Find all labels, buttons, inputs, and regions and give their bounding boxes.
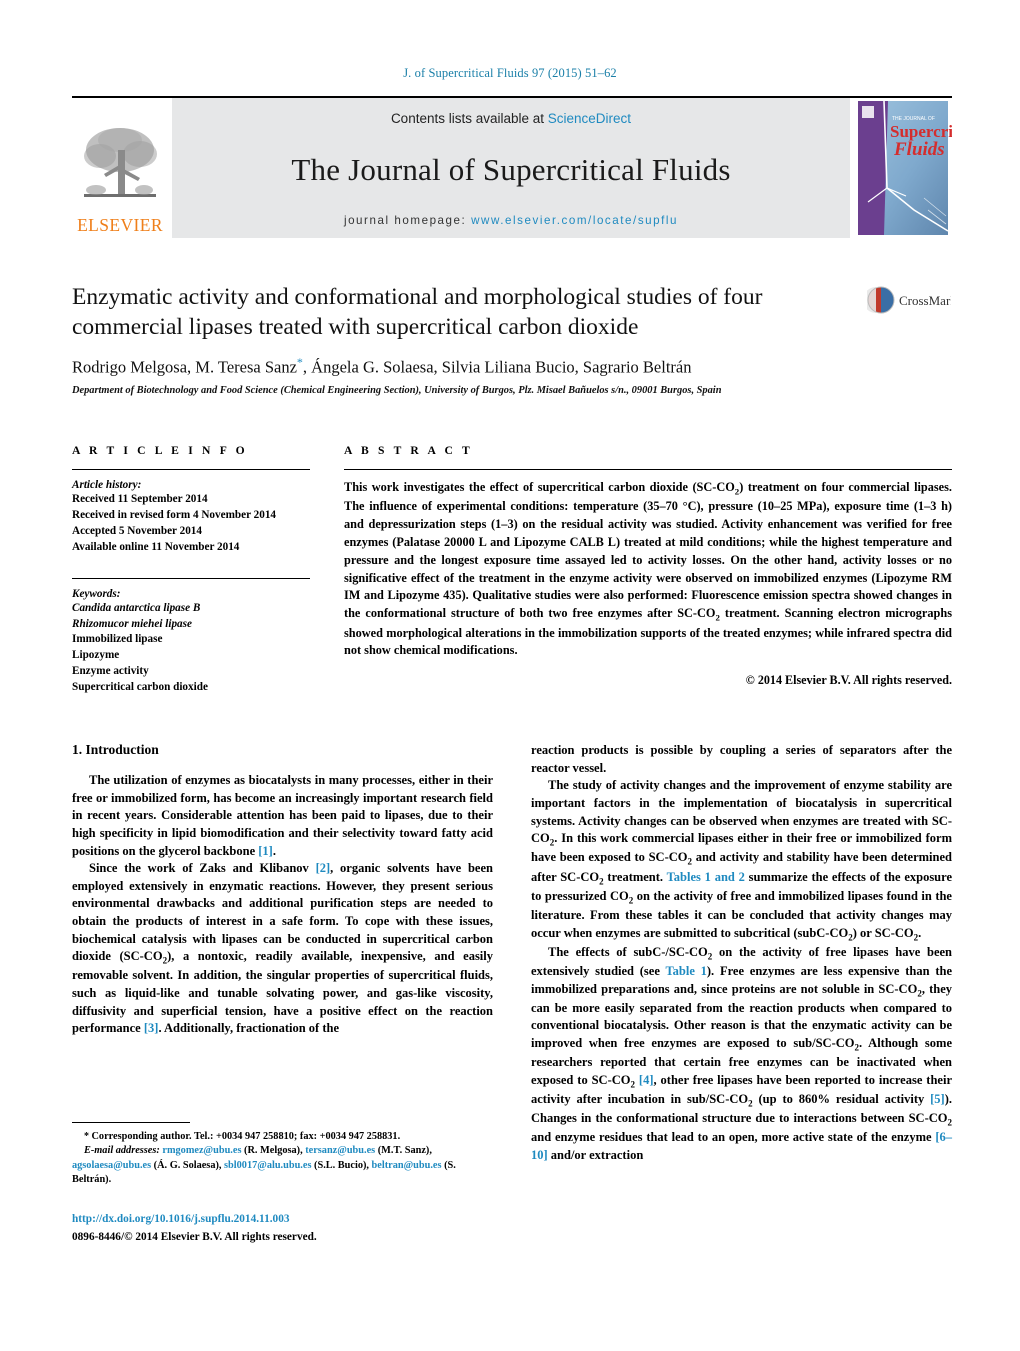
article-info-column: A R T I C L E I N F O Article history: R… [72, 444, 310, 696]
crossmark-badge[interactable]: CrossMark [863, 285, 957, 320]
page-title: Enzymatic activity and conformational an… [72, 284, 763, 341]
svg-text:Fluids: Fluids [893, 139, 945, 160]
journal-cover-thumbnail[interactable]: THE JOURNAL OF Supercritical Fluids [854, 98, 984, 238]
keyword-text: Candida antarctica lipase B [72, 601, 201, 614]
paper-page: J. of Supercritical Fluids 97 (2015) 51–… [0, 0, 1020, 1351]
corresponding-author-text: Corresponding author. Tel.: +0034 947 25… [91, 1131, 401, 1142]
title-block: Enzymatic activity and conformational an… [72, 282, 957, 396]
keyword-item: Immobilized lipase [72, 633, 163, 646]
elsevier-tree-icon [84, 127, 157, 197]
history-item: Received 11 September 2014 [72, 493, 208, 505]
authors-first: Rodrigo Melgosa, M. Teresa Sanz [72, 357, 297, 377]
journal-masthead: ELSEVIER Contents lists available at Sci… [72, 96, 984, 240]
svg-text:CrossMark: CrossMark [899, 293, 951, 308]
copyright-line: © 2014 Elsevier B.V. All rights reserved… [745, 673, 952, 688]
article-info-heading: A R T I C L E I N F O [72, 444, 248, 457]
footer-doi-block: http://dx.doi.org/10.1016/j.supflu.2014.… [72, 1212, 532, 1246]
email-addresses-note: E-mail addresses: rmgomez@ubu.es (R. Mel… [72, 1145, 456, 1186]
elsevier-wordmark: ELSEVIER [77, 214, 163, 235]
keyword-item: Enzyme activity [72, 665, 149, 678]
crossmark-icon: CrossMark [863, 286, 957, 314]
cover-image: THE JOURNAL OF Supercritical Fluids [854, 98, 984, 238]
paragraph: reaction products is possible by couplin… [531, 743, 952, 775]
keyword-text: Rhizomucor miehei lipase [72, 617, 192, 630]
journal-homepage-line: journal homepage: www.elsevier.com/locat… [344, 214, 678, 227]
homepage-prefix: journal homepage: [343, 214, 472, 227]
keywords-rule [72, 577, 310, 579]
abstract-heading: A B S T R A C T [344, 444, 473, 457]
history-item: Received in revised form 4 November 2014 [72, 508, 277, 521]
section-heading-introduction: 1. Introduction [72, 742, 159, 757]
elsevier-logo: ELSEVIER [72, 98, 168, 238]
email-link[interactable]: beltran@ubu.es [372, 1160, 442, 1171]
issn-copyright: 0896-8446/© 2014 Elsevier B.V. All right… [72, 1231, 317, 1244]
paragraph: The effects of subC-/SC-CO2 on the activ… [531, 944, 953, 1162]
abstract-text: This work investigates the effect of sup… [344, 480, 952, 658]
email-link[interactable]: agsolaesa@ubu.es [72, 1160, 151, 1171]
paragraph: The study of activity changes and the im… [531, 778, 953, 942]
article-info-rule [72, 469, 310, 470]
email-link[interactable]: tersanz@ubu.es [305, 1145, 375, 1156]
email-link[interactable]: sbl0017@alu.ubu.es [224, 1160, 311, 1171]
abstract-column: A B S T R A C T This work investigates t… [344, 444, 952, 696]
keywords-label: Keywords: [72, 587, 121, 600]
body-column-left: 1. Introduction The utilization of enzym… [72, 742, 493, 1165]
homepage-url-link[interactable]: www.elsevier.com/locate/supflu [471, 214, 678, 227]
authors-rest: , Ángela G. Solaesa, Silvia Liliana Buci… [302, 357, 692, 377]
author-affiliation: Department of Biotechnology and Food Sci… [72, 384, 722, 396]
contents-available-line: Contents lists available at ScienceDirec… [391, 111, 631, 126]
article-history-label: Article history: [72, 479, 142, 491]
info-abstract-region: A R T I C L E I N F O Article history: R… [72, 444, 952, 696]
paragraph: Since the work of Zaks and Klibanov [2],… [72, 861, 494, 1036]
footnote-rule [72, 1122, 190, 1123]
history-item: Accepted 5 November 2014 [72, 524, 202, 537]
footnote-block: * Corresponding author. Tel.: +0034 947 … [72, 1122, 493, 1188]
email-link[interactable]: rmgomez@ubu.es [162, 1145, 241, 1156]
history-item: Available online 11 November 2014 [72, 540, 240, 553]
journal-banner: Contents lists available at ScienceDirec… [172, 98, 850, 238]
sciencedirect-link[interactable]: ScienceDirect [548, 111, 631, 126]
keywords-block: Keywords: Candida antarctica lipase B Rh… [72, 577, 310, 696]
running-head: J. of Supercritical Fluids 97 (2015) 51–… [403, 66, 617, 80]
keyword-item: Rhizomucor miehei lipase [72, 617, 310, 633]
keyword-item: Candida antarctica lipase B [72, 601, 310, 617]
journal-title: The Journal of Supercritical Fluids [291, 152, 731, 187]
doi-link[interactable]: http://dx.doi.org/10.1016/j.supflu.2014.… [72, 1212, 532, 1227]
contents-prefix: Contents lists available at [390, 111, 548, 126]
body-columns: 1. Introduction The utilization of enzym… [72, 742, 952, 1165]
author-list: Rodrigo Melgosa, M. Teresa Sanz*, Ángela… [72, 355, 952, 378]
asterisk-icon: * [84, 1131, 92, 1142]
body-column-right: reaction products is possible by couplin… [531, 742, 952, 1165]
abstract-rule [344, 469, 952, 470]
keyword-item: Supercritical carbon dioxide [72, 681, 208, 694]
paragraph: The utilization of enzymes as biocatalys… [72, 773, 493, 858]
keyword-item: Lipozyme [72, 649, 120, 662]
corresponding-author-note: * Corresponding author. Tel.: +0034 947 … [72, 1130, 493, 1144]
